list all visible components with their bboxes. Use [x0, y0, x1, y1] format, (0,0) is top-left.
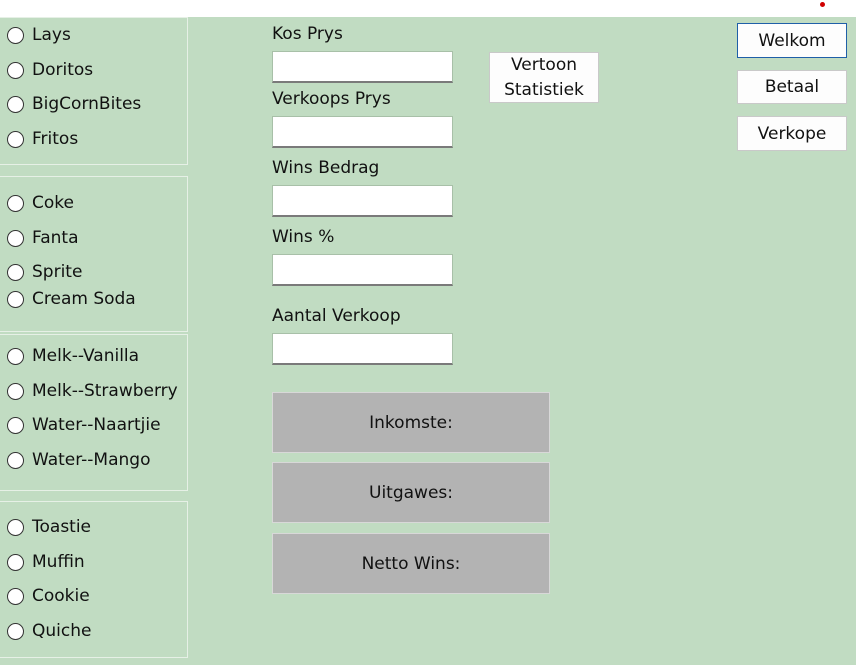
wins-pct-input[interactable]: [272, 254, 453, 286]
inkomste-panel: Inkomste:: [272, 392, 550, 453]
wins-bedrag-input[interactable]: [272, 185, 453, 217]
radio-circle-icon[interactable]: [7, 553, 24, 571]
verkoops-prys-label: Verkoops Prys: [272, 89, 391, 109]
vertoon-statistiek-line2: Statistiek: [504, 79, 584, 100]
wins-bedrag-label: Wins Bedrag: [272, 158, 380, 178]
radio-group-milk-water: Melk--Vanilla Melk--Strawberry Water--Na…: [0, 334, 188, 491]
radio-circle-icon[interactable]: [7, 194, 24, 212]
radio-label: Coke: [32, 193, 74, 213]
radio-label: Muffin: [32, 552, 85, 572]
radio-circle-icon[interactable]: [7, 263, 24, 281]
radio-circle-icon[interactable]: [7, 518, 24, 536]
radio-label: Lays: [32, 25, 71, 45]
radio-coke[interactable]: Coke: [7, 192, 74, 214]
radio-circle-icon[interactable]: [7, 229, 24, 247]
netto-wins-panel: Netto Wins:: [272, 533, 550, 594]
radio-fanta[interactable]: Fanta: [7, 227, 79, 249]
verkoops-prys-input[interactable]: [272, 116, 453, 148]
radio-fritos[interactable]: Fritos: [7, 128, 78, 150]
radio-circle-icon[interactable]: [7, 622, 24, 640]
radio-doritos[interactable]: Doritos: [7, 59, 93, 81]
radio-circle-icon[interactable]: [7, 61, 24, 79]
radio-circle-icon[interactable]: [7, 130, 24, 148]
radio-circle-icon[interactable]: [7, 26, 24, 44]
radio-label: BigCornBites: [32, 94, 142, 114]
welkom-button[interactable]: Welkom: [737, 23, 847, 58]
radio-label: Quiche: [32, 621, 92, 641]
radio-label: Cookie: [32, 586, 90, 606]
radio-circle-icon[interactable]: [7, 451, 24, 469]
radio-label: Toastie: [32, 517, 92, 537]
vertoon-statistiek-line1: Vertoon: [511, 54, 577, 75]
aantal-verkoop-input[interactable]: [272, 333, 453, 365]
radio-quiche[interactable]: Quiche: [7, 620, 91, 642]
radio-circle-icon[interactable]: [7, 416, 24, 434]
radio-circle-icon[interactable]: [7, 347, 24, 365]
uitgawes-label: Uitgawes:: [369, 482, 453, 503]
radio-sprite[interactable]: Sprite: [7, 261, 82, 283]
radio-circle-icon[interactable]: [7, 290, 24, 308]
radio-label: Fritos: [32, 129, 79, 149]
radio-group-bakery: Toastie Muffin Cookie Quiche: [0, 501, 188, 658]
radio-melk-strawberry[interactable]: Melk--Strawberry: [7, 380, 178, 402]
verkope-button[interactable]: Verkope: [737, 116, 847, 151]
radio-label: Cream Soda: [32, 289, 136, 309]
radio-label: Fanta: [32, 228, 79, 248]
radio-circle-icon[interactable]: [7, 95, 24, 113]
radio-lays[interactable]: Lays: [7, 24, 71, 46]
radio-circle-icon[interactable]: [7, 382, 24, 400]
radio-label: Melk--Vanilla: [32, 346, 140, 366]
wins-pct-label: Wins %: [272, 227, 335, 247]
radio-muffin[interactable]: Muffin: [7, 551, 85, 573]
radio-cream-soda[interactable]: Cream Soda: [7, 288, 136, 310]
radio-toastie[interactable]: Toastie: [7, 516, 91, 538]
radio-bigcornbites[interactable]: BigCornBites: [7, 93, 141, 115]
vertoon-statistiek-button[interactable]: Vertoon Statistiek: [489, 52, 599, 103]
title-strip: [0, 0, 856, 17]
radio-water-naartjie[interactable]: Water--Naartjie: [7, 414, 161, 436]
radio-water-mango[interactable]: Water--Mango: [7, 449, 151, 471]
status-indicator-dot: [820, 2, 825, 7]
betaal-button[interactable]: Betaal: [737, 70, 847, 104]
uitgawes-panel: Uitgawes:: [272, 462, 550, 523]
radio-melk-vanilla[interactable]: Melk--Vanilla: [7, 345, 139, 367]
radio-label: Sprite: [32, 262, 83, 282]
radio-group-drinks: Coke Fanta Sprite Cream Soda: [0, 176, 188, 332]
aantal-verkoop-label: Aantal Verkoop: [272, 306, 401, 326]
radio-label: Melk--Strawberry: [32, 381, 178, 401]
kos-prys-label: Kos Prys: [272, 24, 343, 44]
radio-label: Water--Naartjie: [32, 415, 161, 435]
radio-group-chips: Lays Doritos BigCornBites Fritos: [0, 17, 188, 165]
radio-label: Doritos: [32, 60, 94, 80]
radio-cookie[interactable]: Cookie: [7, 585, 90, 607]
kos-prys-input[interactable]: [272, 51, 453, 83]
radio-label: Water--Mango: [32, 450, 151, 470]
netto-wins-label: Netto Wins:: [361, 553, 461, 574]
radio-circle-icon[interactable]: [7, 587, 24, 605]
inkomste-label: Inkomste:: [369, 412, 453, 433]
